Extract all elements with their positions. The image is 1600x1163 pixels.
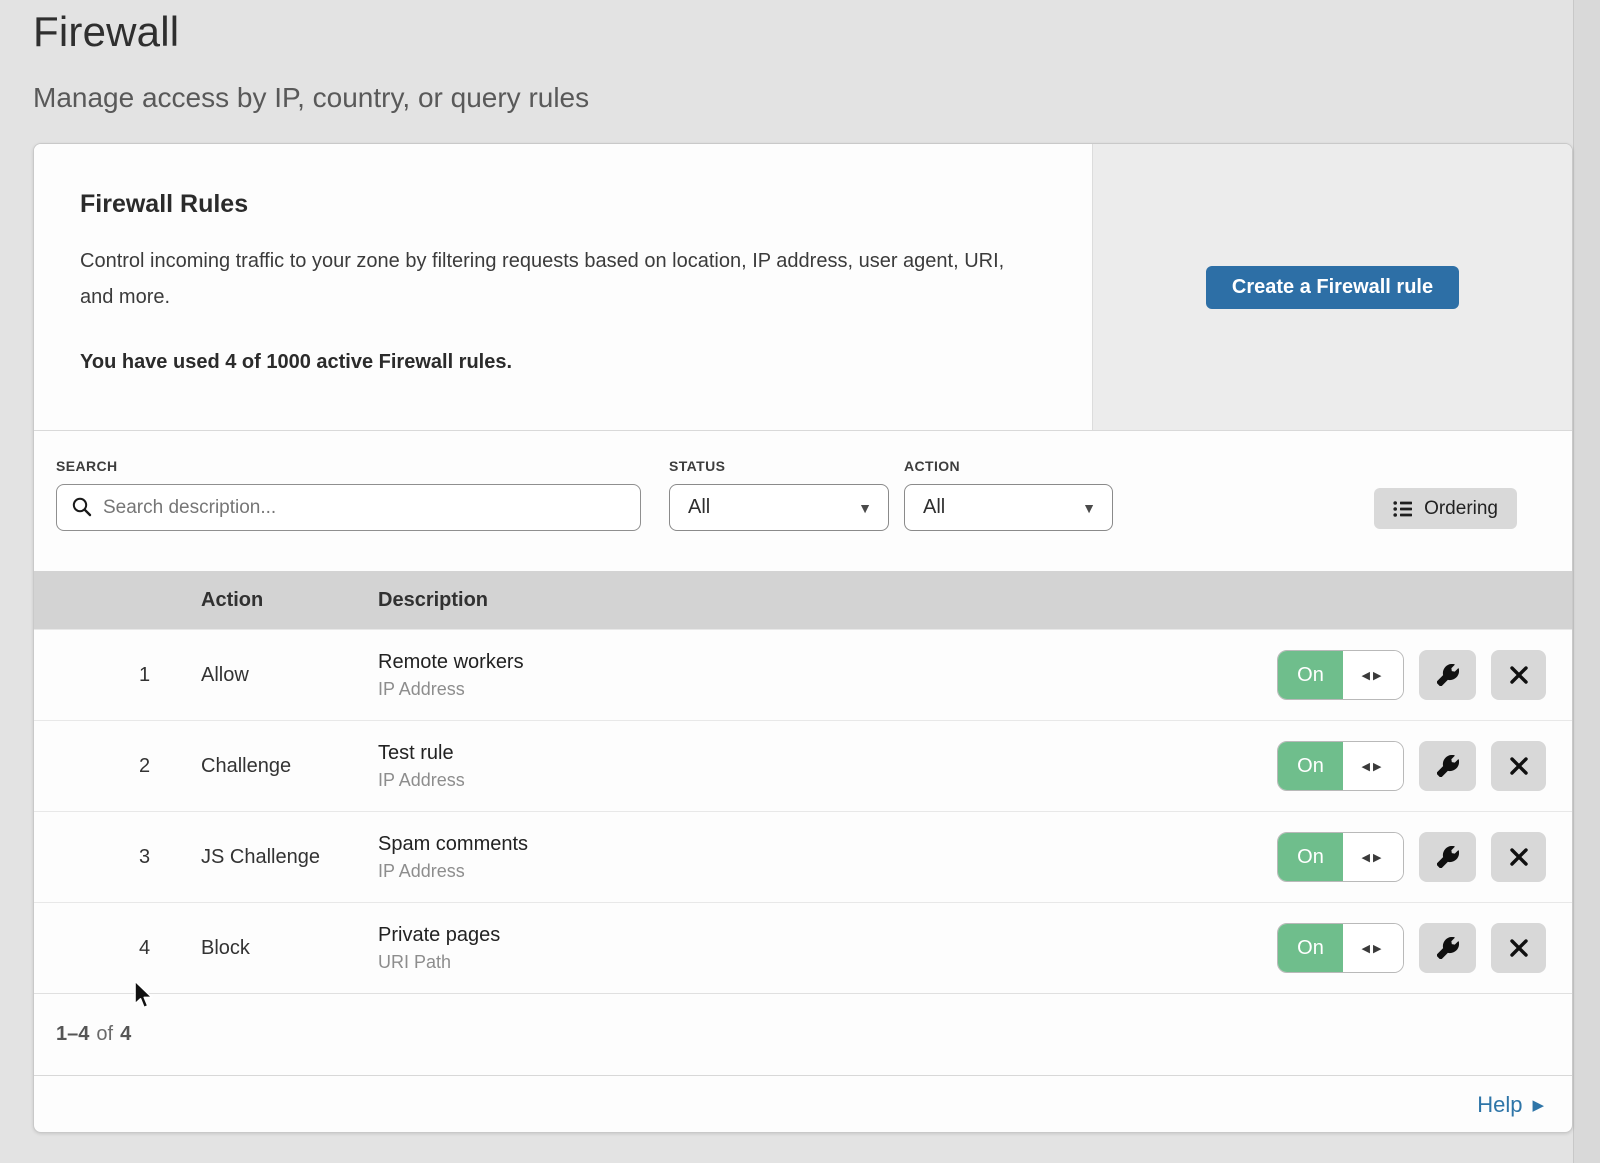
panel-title: Firewall Rules bbox=[80, 190, 1032, 219]
rule-match-type: IP Address bbox=[378, 861, 1277, 882]
close-icon bbox=[1509, 847, 1529, 867]
rule-controls: On ◀▶ bbox=[1277, 650, 1572, 700]
ordering-list-icon bbox=[1393, 500, 1413, 518]
rule-controls: On ◀▶ bbox=[1277, 832, 1572, 882]
rule-enabled-toggle[interactable]: On ◀▶ bbox=[1277, 650, 1404, 700]
rule-priority: 2 bbox=[34, 755, 201, 778]
rule-action: JS Challenge bbox=[201, 846, 378, 869]
search-label: SEARCH bbox=[56, 458, 118, 474]
rule-description-cell: Private pages URI Path bbox=[378, 924, 1277, 973]
rule-description-cell: Test rule IP Address bbox=[378, 742, 1277, 791]
toggle-on-state[interactable]: On bbox=[1278, 651, 1343, 699]
table-row: 2 Challenge Test rule IP Address On ◀▶ bbox=[34, 720, 1572, 811]
page-subtitle: Manage access by IP, country, or query r… bbox=[33, 82, 589, 114]
rule-priority: 1 bbox=[34, 664, 201, 687]
ordering-button[interactable]: Ordering bbox=[1374, 488, 1517, 529]
rule-description: Remote workers bbox=[378, 651, 1277, 674]
page-header: Firewall Manage access by IP, country, o… bbox=[33, 8, 589, 114]
help-link-label: Help bbox=[1477, 1092, 1522, 1118]
rule-action: Allow bbox=[201, 664, 378, 687]
search-icon bbox=[71, 496, 93, 518]
dropdown-arrow-icon: ▼ bbox=[858, 501, 872, 515]
filters-bar: SEARCH STATUS All ▼ ACTION All ▼ bbox=[34, 431, 1572, 571]
pagination: 1–4 of 4 bbox=[34, 993, 1572, 1075]
help-row: Help ▶ bbox=[34, 1075, 1572, 1133]
table-row: 1 Allow Remote workers IP Address On ◀▶ bbox=[34, 629, 1572, 720]
toggle-on-state[interactable]: On bbox=[1278, 924, 1343, 972]
close-icon bbox=[1509, 665, 1529, 685]
wrench-icon bbox=[1437, 846, 1459, 868]
close-icon bbox=[1509, 756, 1529, 776]
dropdown-arrow-icon: ▼ bbox=[1082, 501, 1096, 515]
rule-controls: On ◀▶ bbox=[1277, 741, 1572, 791]
rule-description-cell: Remote workers IP Address bbox=[378, 651, 1277, 700]
status-label: STATUS bbox=[669, 458, 725, 474]
table-row: 3 JS Challenge Spam comments IP Address … bbox=[34, 811, 1572, 902]
wrench-icon bbox=[1437, 755, 1459, 777]
firewall-rules-card: Firewall Rules Control incoming traffic … bbox=[33, 143, 1573, 1133]
column-header-action: Action bbox=[201, 589, 378, 612]
delete-rule-button[interactable] bbox=[1491, 832, 1546, 882]
card-header-action-panel: Create a Firewall rule bbox=[1092, 144, 1572, 430]
rule-enabled-toggle[interactable]: On ◀▶ bbox=[1277, 832, 1404, 882]
card-header-text: Firewall Rules Control incoming traffic … bbox=[34, 144, 1092, 430]
help-link[interactable]: Help ▶ bbox=[1477, 1092, 1544, 1118]
search-input[interactable] bbox=[56, 484, 641, 531]
edit-rule-button[interactable] bbox=[1419, 650, 1476, 700]
toggle-arrows-icon[interactable]: ◀▶ bbox=[1343, 742, 1403, 790]
rule-description: Private pages bbox=[378, 924, 1277, 947]
mouse-cursor bbox=[133, 980, 157, 1012]
rule-description: Spam comments bbox=[378, 833, 1277, 856]
rule-priority: 3 bbox=[34, 846, 201, 869]
ordering-button-label: Ordering bbox=[1424, 498, 1498, 520]
edit-rule-button[interactable] bbox=[1419, 832, 1476, 882]
rule-match-type: IP Address bbox=[378, 679, 1277, 700]
delete-rule-button[interactable] bbox=[1491, 650, 1546, 700]
edit-rule-button[interactable] bbox=[1419, 741, 1476, 791]
rule-match-type: URI Path bbox=[378, 952, 1277, 973]
close-icon bbox=[1509, 938, 1529, 958]
search-field-wrap bbox=[56, 484, 641, 531]
help-arrow-icon: ▶ bbox=[1532, 1096, 1544, 1113]
pagination-range: 1–4 bbox=[56, 1023, 89, 1046]
scrollbar-gutter bbox=[1573, 0, 1600, 1163]
card-header: Firewall Rules Control incoming traffic … bbox=[34, 144, 1572, 431]
toggle-on-state[interactable]: On bbox=[1278, 833, 1343, 881]
table-row: 4 Block Private pages URI Path On ◀▶ bbox=[34, 902, 1572, 993]
rule-action: Block bbox=[201, 937, 378, 960]
toggle-arrows-icon[interactable]: ◀▶ bbox=[1343, 924, 1403, 972]
rule-enabled-toggle[interactable]: On ◀▶ bbox=[1277, 923, 1404, 973]
rule-description: Test rule bbox=[378, 742, 1277, 765]
rule-description-cell: Spam comments IP Address bbox=[378, 833, 1277, 882]
toggle-on-state[interactable]: On bbox=[1278, 742, 1343, 790]
column-header-description: Description bbox=[378, 589, 1572, 612]
table-header: Action Description bbox=[34, 571, 1572, 629]
rule-action: Challenge bbox=[201, 755, 378, 778]
status-dropdown-value: All bbox=[688, 496, 710, 519]
delete-rule-button[interactable] bbox=[1491, 923, 1546, 973]
toggle-arrows-icon[interactable]: ◀▶ bbox=[1343, 833, 1403, 881]
pagination-of: of bbox=[96, 1023, 113, 1046]
action-label: ACTION bbox=[904, 458, 960, 474]
create-firewall-rule-button[interactable]: Create a Firewall rule bbox=[1206, 266, 1459, 309]
rule-enabled-toggle[interactable]: On ◀▶ bbox=[1277, 741, 1404, 791]
rule-controls: On ◀▶ bbox=[1277, 923, 1572, 973]
status-dropdown[interactable]: All ▼ bbox=[669, 484, 889, 531]
rule-priority: 4 bbox=[34, 937, 201, 960]
wrench-icon bbox=[1437, 937, 1459, 959]
delete-rule-button[interactable] bbox=[1491, 741, 1546, 791]
toggle-arrows-icon[interactable]: ◀▶ bbox=[1343, 651, 1403, 699]
panel-usage-count: You have used 4 of 1000 active Firewall … bbox=[80, 351, 1032, 374]
panel-description: Control incoming traffic to your zone by… bbox=[80, 243, 1030, 315]
edit-rule-button[interactable] bbox=[1419, 923, 1476, 973]
pagination-total: 4 bbox=[120, 1023, 131, 1046]
rule-match-type: IP Address bbox=[378, 770, 1277, 791]
page-title: Firewall bbox=[33, 8, 589, 56]
wrench-icon bbox=[1437, 664, 1459, 686]
action-dropdown-value: All bbox=[923, 496, 945, 519]
action-dropdown[interactable]: All ▼ bbox=[904, 484, 1113, 531]
